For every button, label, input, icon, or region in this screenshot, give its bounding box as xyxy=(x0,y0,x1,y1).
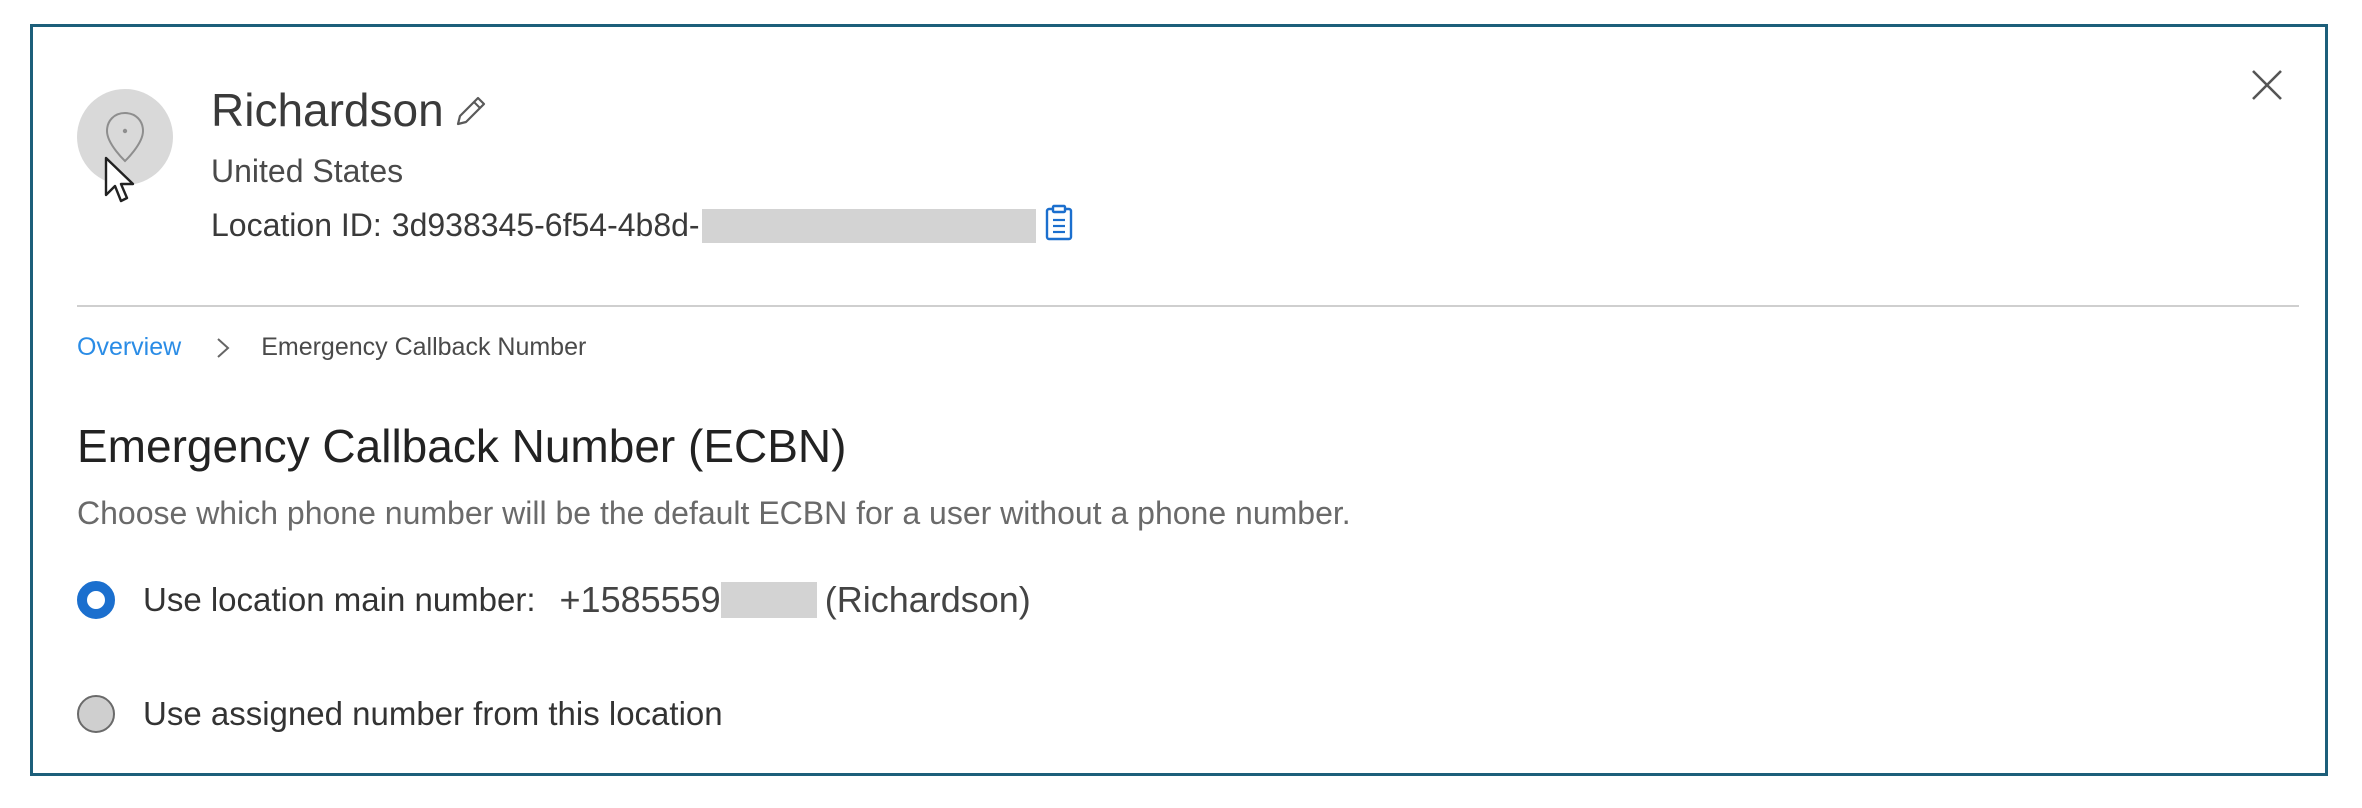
title-row: Richardson xyxy=(211,87,490,133)
location-name: Richardson xyxy=(211,84,444,136)
header-divider xyxy=(77,305,2299,307)
close-icon[interactable] xyxy=(2247,65,2287,105)
location-country: United States xyxy=(211,153,404,189)
radio-selected[interactable] xyxy=(77,581,115,619)
location-id-label: Location ID: xyxy=(211,207,382,243)
pencil-icon[interactable] xyxy=(450,92,490,132)
clipboard-icon[interactable] xyxy=(1044,204,1074,242)
radio-unselected[interactable] xyxy=(77,695,115,733)
main-number-prefix: +1585559 xyxy=(559,579,721,620)
breadcrumb-current: Emergency Callback Number xyxy=(261,333,587,361)
breadcrumb: Overview Emergency Callback Number xyxy=(77,333,586,362)
option-assigned-number[interactable]: Use assigned number from this location xyxy=(77,695,723,733)
section-description: Choose which phone number will be the de… xyxy=(77,495,1351,531)
location-id-value: 3d938345-6f54-4b8d- xyxy=(391,207,700,243)
option-label: Use location main number: xyxy=(143,581,536,618)
location-details-panel: Richardson United States Location ID: 3d… xyxy=(30,24,2328,776)
breadcrumb-overview-link[interactable]: Overview xyxy=(77,333,181,362)
option-label: Use assigned number from this location xyxy=(143,695,723,732)
location-id-row: Location ID: 3d938345-6f54-4b8d- xyxy=(211,204,1074,244)
chevron-right-icon xyxy=(215,336,231,360)
redacted-block xyxy=(701,208,1036,243)
redacted-block xyxy=(720,582,817,618)
mouse-cursor-icon xyxy=(104,156,135,203)
option-location-main-number[interactable]: Use location main number: +1585559 (Rich… xyxy=(77,579,1031,621)
section-title: Emergency Callback Number (ECBN) xyxy=(77,420,847,472)
main-number-location: (Richardson) xyxy=(824,579,1031,620)
